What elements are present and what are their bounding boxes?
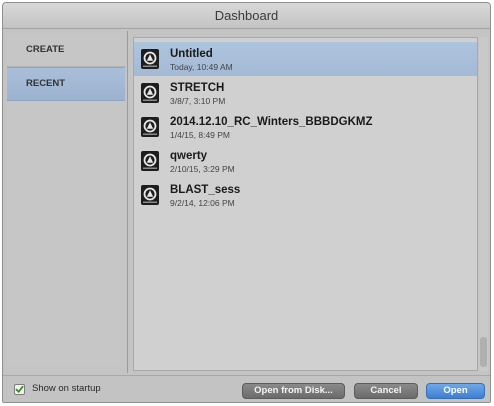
session-name: STRETCH <box>170 82 225 94</box>
title-bar: Dashboard <box>3 3 490 29</box>
pane-divider <box>127 31 128 373</box>
recent-sessions-list: Untitled Today, 10:49 AM STRETCH 3/8/7, … <box>133 37 478 371</box>
session-name: Untitled <box>170 48 213 60</box>
scrollbar-thumb[interactable] <box>480 337 487 367</box>
show-on-startup-checkbox[interactable] <box>14 384 25 395</box>
list-item[interactable]: 2014.12.10_RC_Winters_BBBDGKMZ 1/4/15, 8… <box>134 110 477 144</box>
open-from-disk-button[interactable]: Open from Disk... <box>242 383 345 399</box>
dashboard-window: Dashboard CREATE RECENT Untitled Today, … <box>2 2 491 403</box>
list-item[interactable]: qwerty 2/10/15, 3:29 PM <box>134 144 477 178</box>
session-date: 1/4/15, 8:49 PM <box>170 130 231 140</box>
cancel-button[interactable]: Cancel <box>354 383 418 399</box>
session-date: 2/10/15, 3:29 PM <box>170 164 235 174</box>
list-item[interactable]: STRETCH 3/8/7, 3:10 PM <box>134 76 477 110</box>
session-name: 2014.12.10_RC_Winters_BBBDGKMZ <box>170 116 373 128</box>
session-file-icon <box>141 151 159 171</box>
session-date: 9/2/14, 12:06 PM <box>170 198 235 208</box>
session-date: 3/8/7, 3:10 PM <box>170 96 226 106</box>
session-name: BLAST_sess <box>170 184 241 196</box>
window-title: Dashboard <box>214 8 279 23</box>
open-button[interactable]: Open <box>426 383 485 399</box>
list-scrollbar[interactable] <box>479 37 488 371</box>
session-file-icon <box>141 49 159 69</box>
session-file-icon <box>141 117 159 137</box>
list-item[interactable]: Untitled Today, 10:49 AM <box>134 42 477 76</box>
session-file-icon <box>141 83 159 103</box>
sidebar: CREATE RECENT <box>7 33 125 367</box>
sidebar-item-recent[interactable]: RECENT <box>7 67 125 101</box>
show-on-startup-label: Show on startup <box>32 383 101 394</box>
session-name: qwerty <box>170 150 208 162</box>
session-date: Today, 10:49 AM <box>170 62 233 72</box>
sidebar-item-create[interactable]: CREATE <box>7 33 125 67</box>
bottom-bar: Show on startup Open from Disk... Cancel… <box>3 375 490 402</box>
session-file-icon <box>141 185 159 205</box>
checkmark-icon <box>15 385 24 393</box>
list-item[interactable]: BLAST_sess 9/2/14, 12:06 PM <box>134 178 477 212</box>
